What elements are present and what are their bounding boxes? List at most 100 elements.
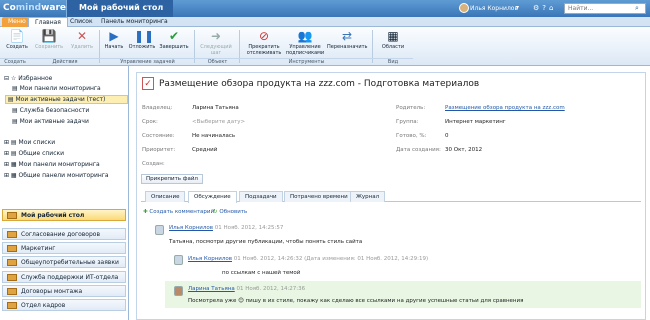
group-view: Вид [373, 58, 413, 65]
group-tools: Инструменты [240, 58, 373, 65]
ribbon-tabs: Меню Главная Список Панель мониторинга [0, 17, 650, 27]
reassign-icon: ⇄ [341, 29, 353, 43]
parent-link[interactable]: Размещение обзора продукта на zzz.com [445, 105, 565, 111]
workspace-it-support[interactable]: Служба поддержки ИТ-отдела [2, 271, 126, 283]
user-name[interactable]: Илья Корнилов [470, 5, 518, 12]
workspace-general-requests[interactable]: Общеупотребительные заявки [2, 256, 126, 268]
home-icon[interactable]: ⌂ [549, 4, 556, 12]
user-avatar[interactable] [459, 3, 469, 13]
tab-subtasks[interactable]: Подзадачи [239, 191, 283, 202]
areas-icon: ▦ [387, 29, 399, 43]
app-logo: Comindware [3, 3, 67, 13]
sidebar-section-shared-lists[interactable]: ⊞ ▤ Общие списки [4, 150, 64, 159]
tab-journal[interactable]: Журнал [350, 191, 386, 202]
percent-value[interactable]: 0 [445, 133, 449, 139]
sidebar-item-active-tasks-test[interactable]: ▤ Мои активные задачи (тест) [5, 95, 128, 104]
sidebar-section-my-dashboards[interactable]: ⊞ ▦ Мои панели мониторинга [4, 161, 100, 170]
comment-text: Татьяна, посмотри другие публикации, что… [169, 239, 363, 245]
complete-button[interactable]: ✔ Завершить [154, 29, 194, 50]
created-date-label: Дата создания: [396, 147, 441, 153]
comment-text: Посмотрела уже 😊 пишу в их стиле, покажу… [188, 298, 524, 304]
next-step-icon: ➜ [210, 29, 222, 43]
workspace-marketing[interactable]: Маркетинг [2, 242, 126, 254]
comment-header: Ларина Татьяна 01 Нояб. 2012, 14:27:36 [188, 286, 306, 292]
tab-dashboard[interactable]: Панель мониторинга [95, 17, 174, 27]
top-bar: Comindware Мой рабочий стол Илья Корнило… [0, 0, 650, 17]
tab-description[interactable]: Описание [145, 191, 186, 202]
workspace-installation-contracts[interactable]: Договоры монтажа [2, 285, 126, 297]
attach-file-button[interactable]: Прикрепить файл [141, 174, 203, 184]
group-actions: Действия [30, 58, 100, 65]
state-label: Состояние: [142, 133, 175, 139]
owner-value[interactable]: Ларина Татьяна [192, 105, 239, 111]
settings-icon[interactable]: ⚙ [533, 4, 542, 12]
add-comment-link[interactable]: ✚ Создать комментарий [143, 209, 214, 215]
workspace-contracts[interactable]: Согласование договоров [2, 228, 126, 240]
sidebar-item-my-dashboards[interactable]: ▤ Мои панели мониторинга [12, 85, 101, 94]
help-icon[interactable]: ? [542, 4, 549, 12]
workspace-hr[interactable]: Отдел кадров [2, 299, 126, 311]
state-value[interactable]: Не начиналась [192, 133, 235, 139]
workspace-my-desktop[interactable]: Мой рабочий стол [2, 209, 126, 221]
comment-header: Илья Корнилов 01 Нояб. 2012, 14:26:32 (Д… [188, 256, 429, 262]
refresh-icon: ↻ [213, 209, 218, 215]
app-title: Мой рабочий стол [66, 0, 174, 17]
created-by-label: Создан: [142, 161, 165, 167]
sidebar-section-my-lists[interactable]: ⊞ ▤ Мои списки [4, 139, 55, 148]
next-step-button[interactable]: ➜ Следующий шаг [196, 29, 236, 56]
priority-label: Приоритет: [142, 147, 176, 153]
briefcase-icon [7, 274, 17, 281]
delete-icon: ✕ [76, 29, 88, 43]
favorites-header[interactable]: ⊟ ☆ Избранное [4, 75, 52, 84]
tab-list[interactable]: Список [64, 17, 99, 27]
briefcase-icon [7, 212, 17, 219]
percent-label: Готово, %: [396, 133, 427, 139]
new-doc-icon: 📄 [9, 29, 25, 43]
search-input[interactable] [564, 3, 646, 14]
group-value: Интернет маркетинг [445, 119, 506, 125]
created-date-value: 30 Окт, 2012 [445, 147, 483, 153]
task-tabs: Описание Обсуждение Подзадачи Потрачено … [141, 191, 641, 203]
owner-label: Владелец: [142, 105, 173, 111]
areas-button[interactable]: ▦ Области [373, 29, 413, 50]
tab-time-spent[interactable]: Потрачено времени [284, 191, 354, 202]
task-title: Размещение обзора продукта на zzz.com - … [159, 79, 480, 89]
task-card: ✓ Размещение обзора продукта на zzz.com … [136, 72, 646, 320]
refresh-link[interactable]: ↻ Обновить [213, 209, 247, 215]
comment-header: Илья Корнилов 01 Нояб. 2012, 14:25:57 [169, 225, 284, 231]
group-create: Создать [0, 58, 30, 65]
manage-subscribers-button[interactable]: 👥 Управление подписчиками [285, 29, 325, 56]
group-task-management: Управление задачей [100, 58, 195, 65]
briefcase-icon [7, 302, 17, 309]
avatar [174, 286, 183, 296]
tab-home[interactable]: Главная [28, 17, 68, 27]
stop-tracking-button[interactable]: ⊘ Прекратить отслеживать [244, 29, 284, 56]
play-icon: ▶ [109, 29, 119, 43]
ribbon-toolbar: 📄 Создать 💾 Сохранить ✕ Удалить ▶ Начать ❚❚ О… [0, 27, 650, 66]
plus-icon: ✚ [143, 209, 148, 215]
save-icon: 💾 [41, 29, 57, 43]
check-icon: ✔ [168, 29, 180, 43]
group-label: Группа: [396, 119, 419, 125]
sidebar-item-active-tasks[interactable]: ▤ Мои активные задачи [12, 118, 89, 127]
tab-discussion[interactable]: Обсуждение [188, 191, 237, 203]
search-icon[interactable]: ⌕ [635, 4, 639, 13]
sidebar-item-security[interactable]: ▤ Служба безопасности [12, 107, 89, 116]
briefcase-icon [7, 245, 17, 252]
avatar [155, 225, 164, 235]
briefcase-icon [7, 288, 17, 295]
parent-label: Родитель: [396, 105, 426, 111]
avatar [174, 255, 183, 265]
due-date-picker[interactable]: <Выберите дату> [192, 119, 245, 125]
subscribers-icon: 👥 [297, 29, 313, 43]
header-icons: ⚙?⌂ [533, 4, 556, 12]
stop-watch-icon: ⊘ [258, 29, 270, 43]
pause-icon: ❚❚ [134, 29, 155, 43]
task-check-icon: ✓ [142, 77, 154, 90]
sidebar: ⊟ ☆ Избранное ▤ Мои панели мониторинга ▤… [0, 66, 129, 320]
reassign-button[interactable]: ⇄ Переназначить [327, 29, 367, 50]
chevron-down-icon[interactable]: ▾ [516, 4, 519, 11]
sidebar-section-shared-dashboards[interactable]: ⊞ ▦ Общие панели мониторинга [4, 172, 109, 181]
due-label: Срок: [142, 119, 158, 125]
priority-value[interactable]: Средний [192, 147, 217, 153]
